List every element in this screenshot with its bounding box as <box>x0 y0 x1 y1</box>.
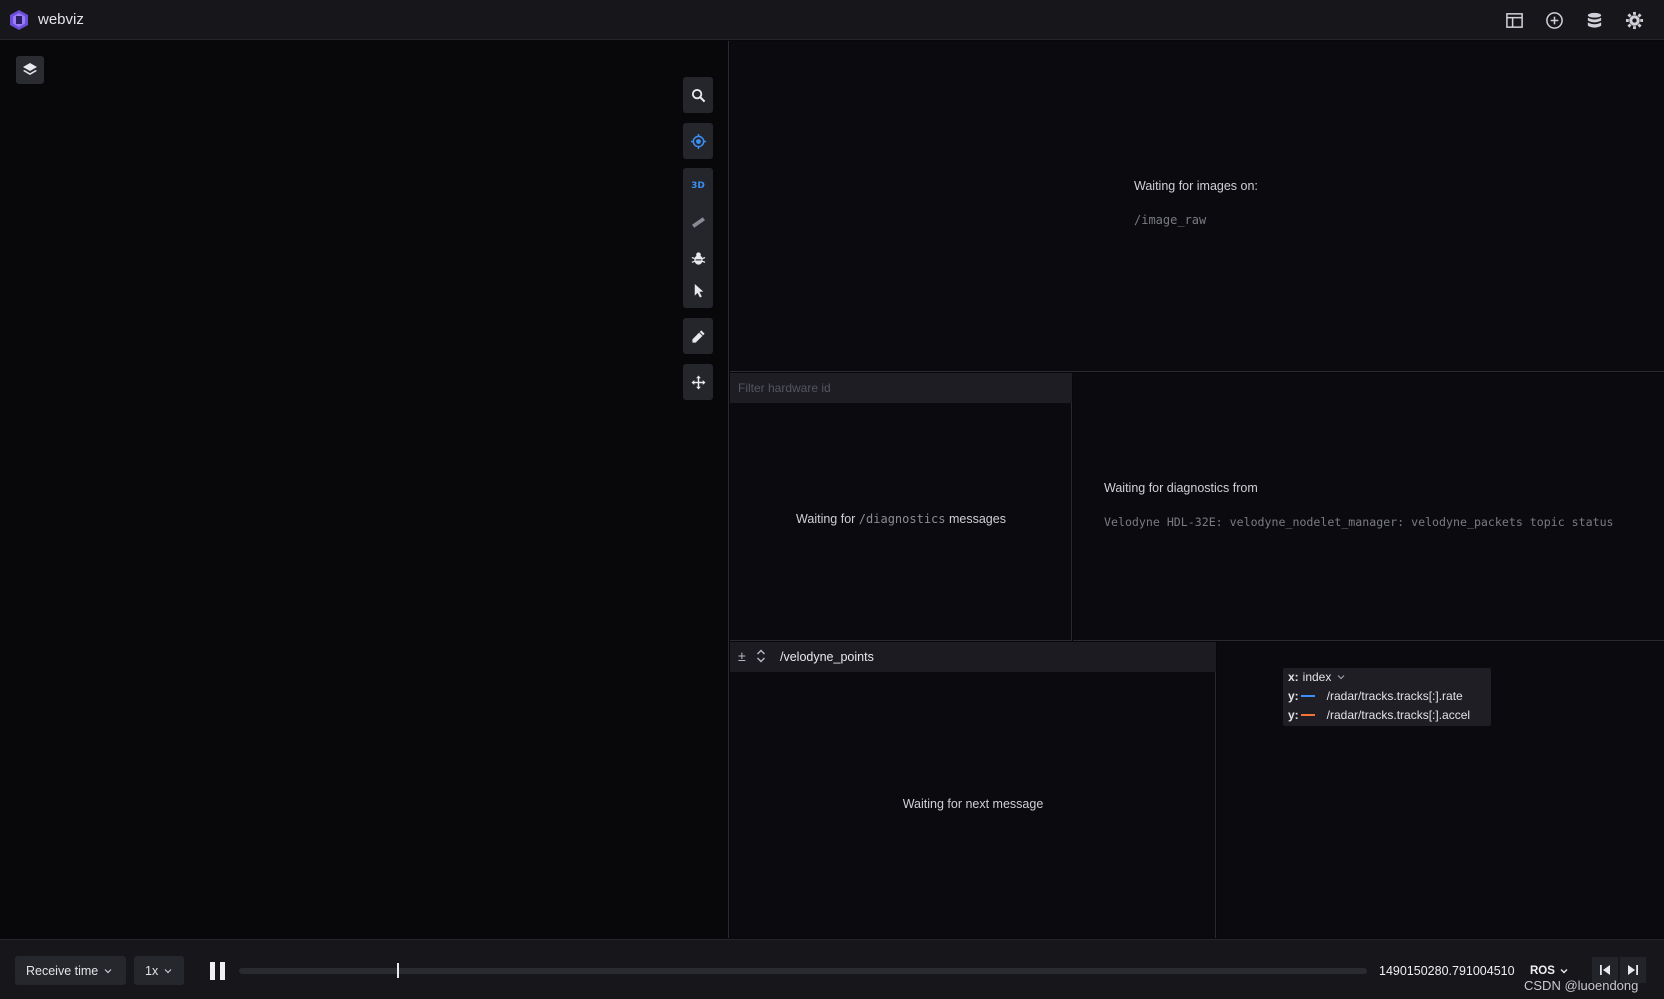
time-mode-label: Receive time <box>26 963 99 978</box>
series-path: /radar/tracks.tracks[:].rate <box>1326 689 1463 703</box>
diagnostics-source: Velodyne HDL-32E: velodyne_nodelet_manag… <box>1104 515 1614 529</box>
y-axis-prefix: y: <box>1288 708 1299 722</box>
diagnostics-topic: /diagnostics <box>858 512 946 526</box>
topic-path-input[interactable]: /velodyne_points <box>780 650 874 664</box>
draw-icon[interactable] <box>683 318 713 354</box>
app-title: webviz <box>38 11 84 28</box>
diagnostics-detail-waiting-text: Waiting for diagnostics from <box>1104 481 1258 495</box>
expand-all-toggle[interactable]: ± <box>738 648 746 664</box>
diagnostics-waiting-suffix: messages <box>948 512 1006 526</box>
diff-toggle-icon[interactable] <box>756 648 766 669</box>
time-format-select[interactable]: ROS <box>1530 965 1568 977</box>
series-path: /radar/tracks.tracks[:].accel <box>1326 708 1471 722</box>
plot-series-row[interactable]: y: /radar/tracks.tracks[:].rate <box>1288 687 1463 705</box>
plot-legend: x: index y: /radar/tracks.tracks[:].rate… <box>1283 668 1491 726</box>
raw-waiting-text: Waiting for next message <box>902 797 1044 811</box>
playback-scrubber[interactable] <box>396 963 399 978</box>
view-tool-group: 3D <box>683 168 713 276</box>
filter-hardware-id-input[interactable] <box>730 373 1072 403</box>
playback-speed-label: 1x <box>145 963 159 978</box>
watermark-text: CSDN @luoendong <box>1524 978 1639 993</box>
pause-icon <box>210 962 225 980</box>
diagnostics-summary-panel: Waiting for /diagnostics messages <box>730 373 1072 641</box>
playback-speed-select[interactable]: 1x <box>134 956 184 985</box>
follow-tool-group <box>683 123 713 159</box>
search-icon[interactable] <box>683 77 713 113</box>
diagnostics-detail-panel: Waiting for diagnostics from Velodyne HD… <box>1073 373 1664 641</box>
plot-x-axis-row: x: index <box>1288 668 1345 686</box>
time-mode-select[interactable]: Receive time <box>15 956 126 985</box>
select-tool-group <box>683 272 713 308</box>
image-waiting-text: Waiting for images on: <box>1134 179 1258 193</box>
y-axis-prefix: y: <box>1288 689 1299 703</box>
series-line-rate <box>1300 695 1315 697</box>
playback-controls: Receive time 1x 1490150280.791004510 ROS… <box>0 939 1664 999</box>
playback-timestamp: 1490150280.791004510 <box>1379 964 1515 978</box>
series-line-accel <box>1300 714 1315 716</box>
diagnostics-waiting-message: Waiting for /diagnostics messages <box>730 512 1072 526</box>
select-icon[interactable] <box>683 272 713 308</box>
measure-icon[interactable] <box>683 204 713 240</box>
move-tool-group <box>683 364 713 400</box>
data-source-icon[interactable] <box>1583 9 1605 31</box>
plot-series-row[interactable]: y: /radar/tracks.tracks[:].accel <box>1288 706 1470 724</box>
plot-panel[interactable]: x: index y: /radar/tracks.tracks[:].rate… <box>1217 642 1664 938</box>
add-panel-icon[interactable] <box>1543 9 1565 31</box>
settings-icon[interactable] <box>1623 9 1645 31</box>
3d-scene-panel[interactable]: 3D <box>0 41 729 938</box>
search-tool-group <box>683 77 713 113</box>
x-axis-select[interactable]: index <box>1303 670 1332 684</box>
chevron-down-icon <box>1560 969 1568 974</box>
playback-timeline[interactable] <box>239 968 1367 974</box>
3d-toggle-label: 3D <box>691 181 705 191</box>
draw-tool-group <box>683 318 713 354</box>
diagnostics-waiting-prefix: Waiting for <box>796 512 856 526</box>
chevron-down-icon <box>164 968 172 973</box>
image-panel[interactable]: Waiting for images on: /image_raw <box>730 41 1664 372</box>
app-header: webviz <box>0 0 1664 40</box>
move-icon[interactable] <box>683 364 713 400</box>
raw-messages-header: ± /velodyne_points <box>730 642 1216 672</box>
time-format-label: ROS <box>1530 965 1555 977</box>
x-axis-prefix: x: <box>1288 670 1299 684</box>
3d-toggle-button[interactable]: 3D <box>683 168 713 204</box>
chevron-down-icon <box>1337 675 1345 680</box>
skip-forward-icon <box>1628 965 1638 975</box>
pause-button[interactable] <box>208 961 228 981</box>
layout-icon[interactable] <box>1503 9 1525 31</box>
image-topic: /image_raw <box>1134 213 1207 227</box>
follow-target-icon[interactable] <box>683 123 713 159</box>
webviz-logo-icon <box>9 9 29 31</box>
skip-back-icon <box>1600 965 1610 975</box>
layers-icon[interactable] <box>16 56 44 84</box>
debug-icon[interactable] <box>683 240 713 276</box>
chevron-down-icon <box>104 968 112 973</box>
raw-messages-panel: ± /velodyne_points Waiting for next mess… <box>730 642 1216 938</box>
